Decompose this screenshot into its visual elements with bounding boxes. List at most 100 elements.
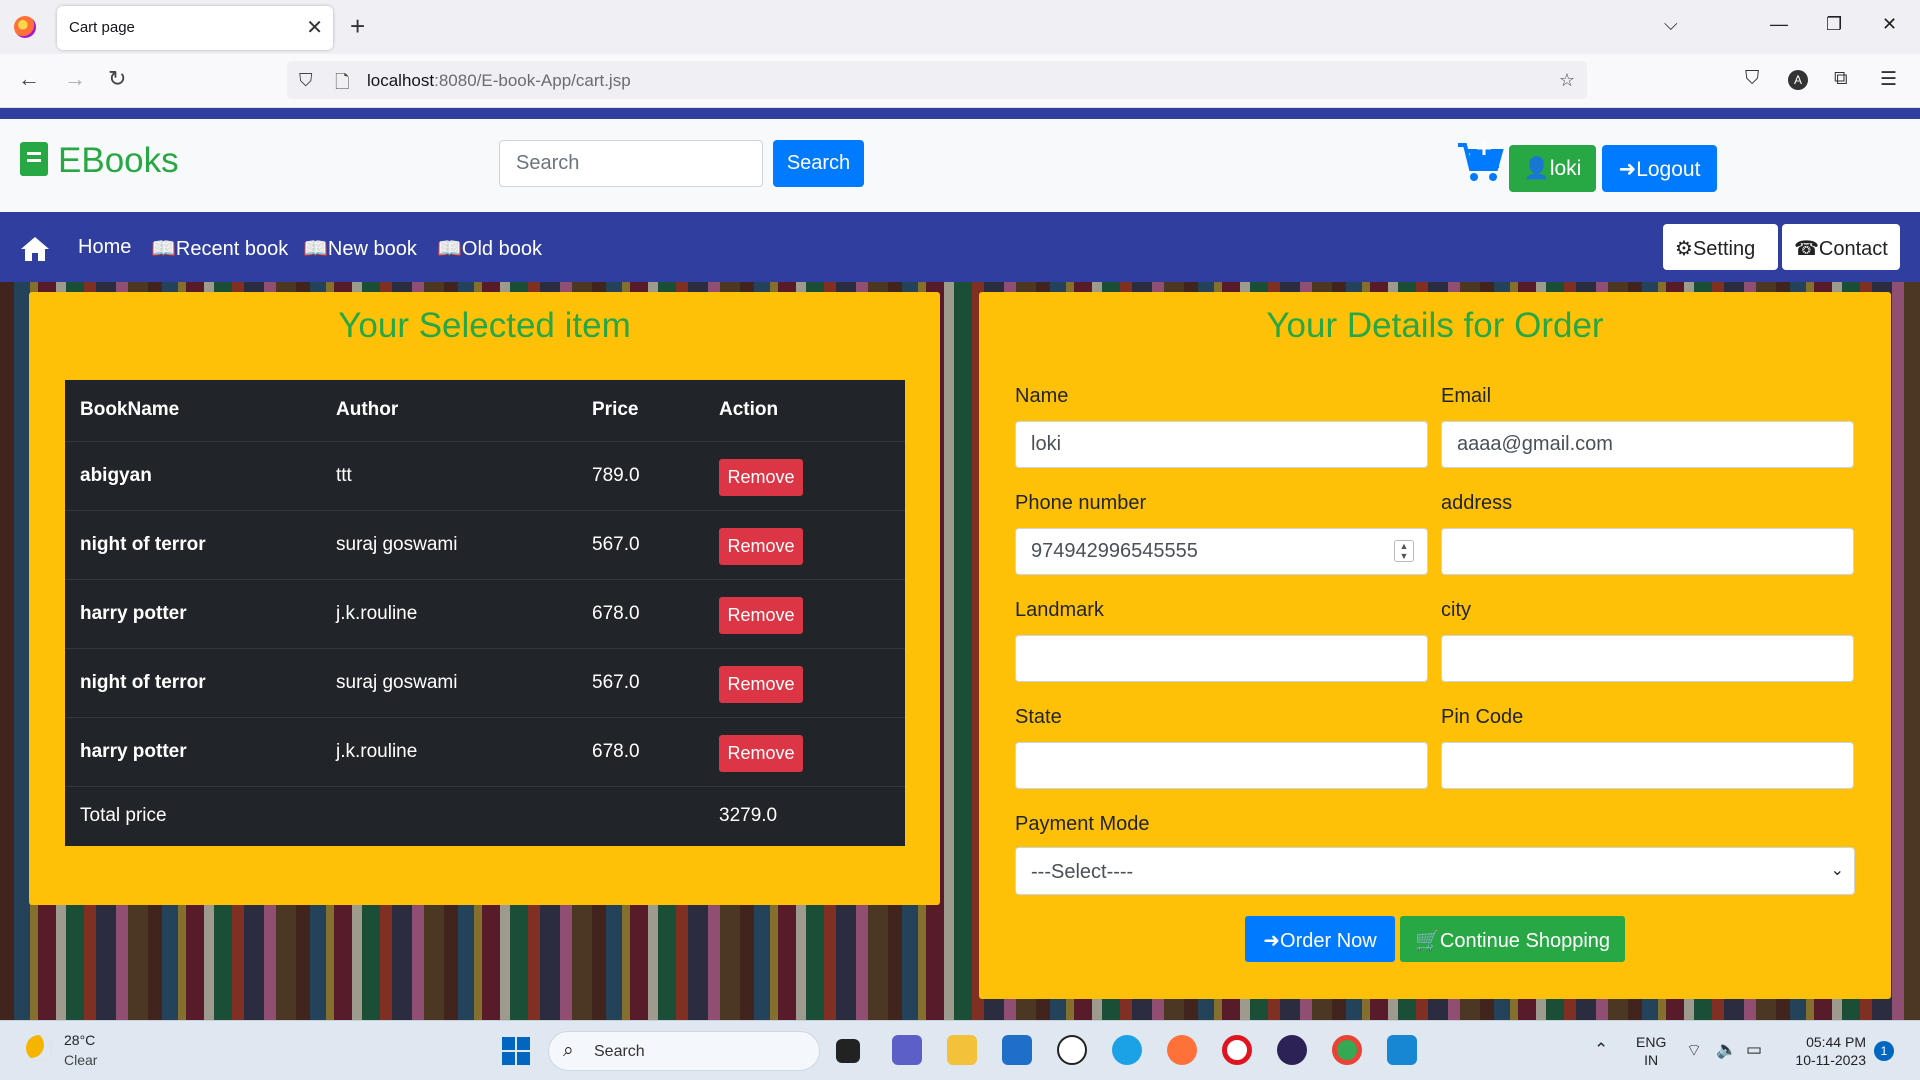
file-explorer-icon[interactable] xyxy=(947,1035,977,1065)
open-book-icon: 📖 xyxy=(303,238,328,260)
payment-mode-select[interactable]: ---Select---- ⌄ xyxy=(1015,847,1855,895)
city-field[interactable] xyxy=(1441,635,1854,682)
menu-icon[interactable]: ☰ xyxy=(1880,68,1897,91)
pin-code-field[interactable] xyxy=(1441,742,1854,789)
battery-icon[interactable]: ▭ xyxy=(1746,1040,1762,1060)
remove-button[interactable]: Remove xyxy=(719,666,803,703)
opera-icon[interactable] xyxy=(1222,1035,1252,1065)
remove-button[interactable]: Remove xyxy=(719,528,803,565)
bookmark-star-icon[interactable]: ☆ xyxy=(1559,70,1575,91)
name-field[interactable] xyxy=(1015,421,1428,468)
landmark-field[interactable] xyxy=(1015,635,1428,682)
header-strip xyxy=(0,108,1920,119)
remove-button[interactable]: Remove xyxy=(719,597,803,634)
close-window-icon[interactable]: ✕ xyxy=(1882,14,1897,35)
pocket-icon[interactable]: ⛉ xyxy=(1745,68,1759,90)
wifi-icon[interactable]: ⌔ xyxy=(1686,1040,1702,1061)
contact-button[interactable]: ☎Contact xyxy=(1782,224,1900,270)
store-icon[interactable] xyxy=(1002,1035,1032,1065)
browser-toolbar: ← → ↻ ⛉ 🗋 localhost:8080/E-book-App/cart… xyxy=(0,54,1920,108)
forward-icon[interactable]: → xyxy=(64,66,86,92)
address-bar[interactable]: ⛉ 🗋 localhost:8080/E-book-App/cart.jsp ☆ xyxy=(287,61,1587,99)
taskbar-search-label: Search xyxy=(594,1043,645,1060)
site-header: EBooks Search 👤loki ➜Logout xyxy=(0,119,1920,212)
page-icon[interactable]: 🗋 xyxy=(335,70,349,100)
order-now-button[interactable]: ➜Order Now xyxy=(1245,916,1395,962)
user-button[interactable]: 👤loki xyxy=(1509,145,1596,192)
chrome-icon[interactable] xyxy=(1332,1035,1362,1065)
author: suraj goswami xyxy=(321,509,577,579)
url-text[interactable]: localhost:8080/E-book-App/cart.jsp xyxy=(367,71,631,91)
dell-icon[interactable] xyxy=(1057,1035,1087,1065)
firefox-icon[interactable] xyxy=(1167,1035,1197,1065)
number-spinner-icon[interactable]: ▲ ▼ xyxy=(1394,540,1414,562)
pin-code-label: Pin Code xyxy=(1441,706,1524,728)
clock[interactable]: 05:44 PM 10-11-2023 xyxy=(1788,1033,1866,1069)
author: suraj goswami xyxy=(321,647,577,717)
browser-tab[interactable]: Cart page ✕ xyxy=(57,6,333,50)
remove-button[interactable]: Remove xyxy=(719,735,803,772)
close-tab-icon[interactable]: ✕ xyxy=(306,15,323,40)
shield-icon[interactable]: ⛉ xyxy=(299,70,313,91)
nav-home[interactable]: Home xyxy=(78,236,131,259)
notification-badge[interactable]: 1 xyxy=(1874,1041,1894,1061)
continue-shopping-button[interactable]: 🛒Continue Shopping xyxy=(1400,916,1625,962)
eclipse-icon[interactable] xyxy=(1277,1035,1307,1065)
table-row: harry potter j.k.rouline 678.0 Remove xyxy=(65,578,905,648)
weather-temperature[interactable]: 28°C xyxy=(64,1032,95,1048)
logout-button[interactable]: ➜Logout xyxy=(1602,145,1717,192)
cart-icon: 🛒 xyxy=(1414,930,1440,952)
state-field[interactable] xyxy=(1015,742,1428,789)
edge-icon[interactable] xyxy=(1112,1035,1142,1065)
book-name: harry potter xyxy=(65,578,321,648)
taskbar: 28°C Clear ⌕ Search ⌃ ENG IN ⌔ 🔈 ▭ 05:44 … xyxy=(0,1020,1920,1080)
reload-icon[interactable]: ↻ xyxy=(108,66,126,92)
moon-weather-icon[interactable] xyxy=(26,1035,52,1061)
remove-button[interactable]: Remove xyxy=(719,459,803,496)
restore-icon[interactable]: ❐ xyxy=(1826,14,1842,35)
column-header: Author xyxy=(321,380,577,442)
extensions-icon[interactable]: ⧉ xyxy=(1834,68,1848,90)
task-view-icon[interactable] xyxy=(836,1039,860,1063)
nav-recent-book[interactable]: 📖Recent book xyxy=(151,236,288,261)
nav-new-book[interactable]: 📖New book xyxy=(303,236,417,261)
cart-title: Your Selected item xyxy=(338,306,631,345)
photos-icon[interactable] xyxy=(1387,1035,1417,1065)
phone-field[interactable] xyxy=(1015,528,1428,575)
firefox-icon[interactable] xyxy=(14,16,36,38)
name-label: Name xyxy=(1015,385,1069,407)
list-tabs-icon[interactable]: ⌵ xyxy=(1664,14,1678,35)
date: 10-11-2023 xyxy=(1795,1052,1866,1068)
home-icon[interactable] xyxy=(20,236,50,262)
taskbar-search[interactable]: ⌕ Search xyxy=(548,1031,820,1071)
nav-old-book[interactable]: 📖Old book xyxy=(437,236,542,261)
language-indicator[interactable]: ENG IN xyxy=(1636,1033,1666,1069)
cart-icon[interactable] xyxy=(1456,139,1504,183)
time: 05:44 PM xyxy=(1806,1034,1866,1050)
email-field[interactable] xyxy=(1441,421,1854,468)
author: j.k.rouline xyxy=(321,716,577,786)
chevron-down-icon: ⌄ xyxy=(1830,862,1844,879)
total-value: 3279.0 xyxy=(704,785,905,846)
book-name: abigyan xyxy=(65,440,321,510)
back-icon[interactable]: ← xyxy=(18,66,40,92)
chevron-up-icon[interactable]: ⌃ xyxy=(1594,1040,1608,1060)
search-input[interactable] xyxy=(499,140,763,187)
order-title: Your Details for Order xyxy=(1266,306,1604,345)
site-navbar: Home 📖Recent book 📖New book 📖Old book ⚙S… xyxy=(0,212,1920,282)
address-field[interactable] xyxy=(1441,528,1854,575)
phone-label: Phone number xyxy=(1015,492,1147,514)
windows-start-icon[interactable] xyxy=(502,1037,530,1065)
setting-button[interactable]: ⚙Setting xyxy=(1663,224,1778,270)
new-tab-icon[interactable]: + xyxy=(350,11,365,42)
profile-avatar[interactable]: A xyxy=(1788,70,1808,90)
volume-icon[interactable]: 🔈 xyxy=(1716,1040,1737,1060)
price: 678.0 xyxy=(577,716,704,786)
minimize-icon[interactable]: — xyxy=(1770,14,1788,35)
search-button[interactable]: Search xyxy=(773,140,864,187)
weather-condition[interactable]: Clear xyxy=(64,1052,97,1068)
price: 678.0 xyxy=(577,578,704,648)
teams-icon[interactable] xyxy=(892,1035,922,1065)
column-header: Action xyxy=(704,380,905,442)
brand-logo[interactable]: EBooks xyxy=(20,141,179,181)
